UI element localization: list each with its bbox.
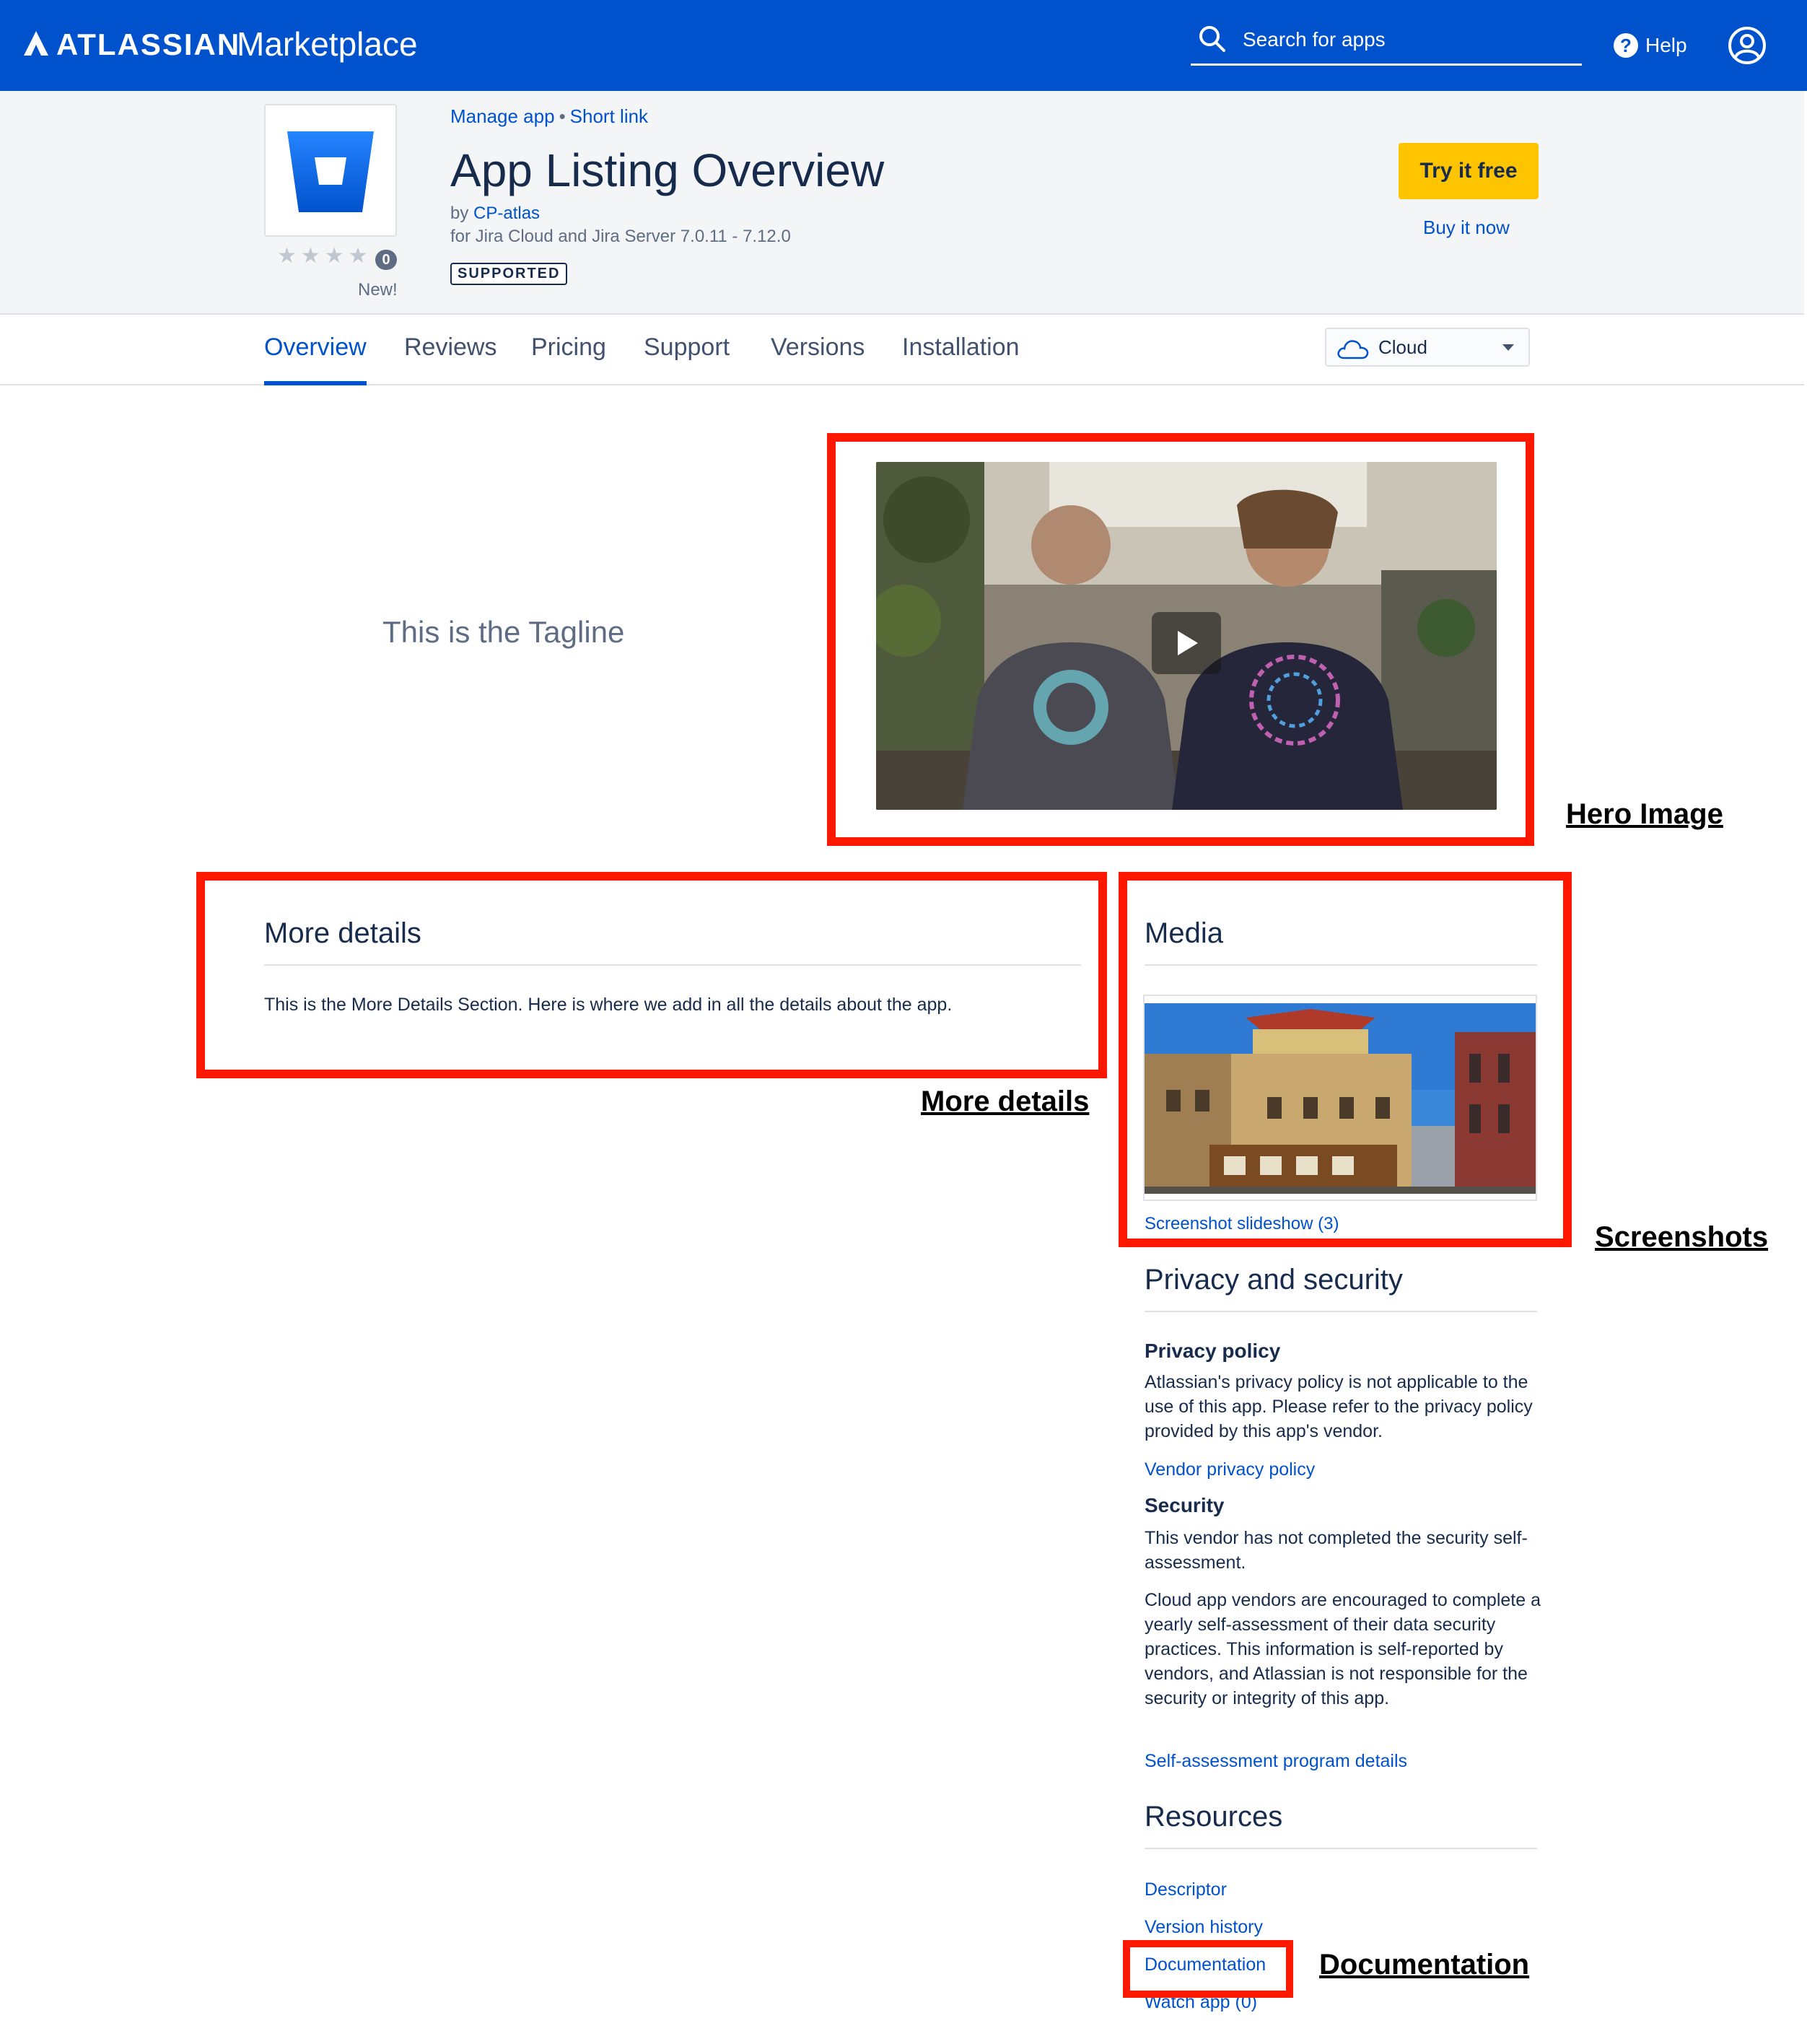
divider bbox=[1145, 964, 1537, 966]
new-label: New! bbox=[358, 280, 398, 300]
supported-badge: SUPPORTED bbox=[450, 263, 568, 285]
help-link[interactable]: ? Help bbox=[1614, 29, 1687, 62]
security-heading: Security bbox=[1145, 1494, 1225, 1516]
hosting-select[interactable]: Cloud bbox=[1325, 328, 1530, 367]
by-label: by bbox=[450, 204, 469, 223]
divider bbox=[1145, 1311, 1537, 1312]
privacy-policy-heading: Privacy policy bbox=[1145, 1340, 1281, 1362]
manage-app-link[interactable]: Manage app bbox=[450, 105, 555, 127]
bitbucket-bucket-icon bbox=[287, 131, 374, 212]
tab-versions[interactable]: Versions bbox=[771, 333, 865, 381]
tab-installation[interactable]: Installation bbox=[902, 333, 1020, 381]
profile-icon[interactable] bbox=[1728, 26, 1767, 65]
chevron-down-icon bbox=[1502, 344, 1514, 351]
hero-image-annotation: Hero Image bbox=[1566, 798, 1723, 830]
details-annotation-box bbox=[196, 872, 1107, 1078]
tab-support[interactable]: Support bbox=[644, 333, 730, 381]
top-navigation-bar: ATLASSIAN Marketplace ? Help bbox=[0, 0, 1807, 91]
page-title: App Listing Overview bbox=[450, 144, 885, 196]
self-assessment-link[interactable]: Self-assessment program details bbox=[1145, 1751, 1407, 1772]
tab-pricing[interactable]: Pricing bbox=[531, 333, 606, 381]
more-details-annotation: More details bbox=[921, 1086, 1090, 1117]
app-logo bbox=[264, 104, 397, 237]
details-text: This is the More Details Section. Here i… bbox=[264, 995, 953, 1015]
documentation-annotation-box bbox=[1123, 1940, 1293, 1998]
version-history-link[interactable]: Version history bbox=[1145, 1917, 1263, 1938]
help-icon: ? bbox=[1614, 33, 1638, 58]
buy-it-now-link[interactable]: Buy it now bbox=[1423, 217, 1510, 239]
help-label: Help bbox=[1645, 34, 1687, 56]
details-heading: More details bbox=[264, 917, 421, 949]
resources-heading: Resources bbox=[1145, 1801, 1283, 1833]
atlassian-logo-icon[interactable] bbox=[23, 30, 49, 56]
hosting-selected: Cloud bbox=[1378, 336, 1427, 358]
search-icon[interactable] bbox=[1198, 25, 1227, 53]
tab-overview[interactable]: Overview bbox=[264, 333, 367, 385]
security-text-detail: Cloud app vendors are encouraged to comp… bbox=[1145, 1590, 1541, 1708]
documentation-annotation: Documentation bbox=[1319, 1949, 1530, 1980]
media-heading: Media bbox=[1145, 917, 1223, 949]
tab-bar: Overview Reviews Pricing Support Version… bbox=[0, 315, 1804, 385]
vendor-privacy-policy-link[interactable]: Vendor privacy policy bbox=[1145, 1459, 1315, 1480]
compatibility-text: for Jira Cloud and Jira Server 7.0.11 - … bbox=[450, 227, 791, 246]
security-text: This vendor has not completed the securi… bbox=[1145, 1528, 1528, 1573]
rating-count[interactable]: 0 bbox=[375, 250, 397, 270]
play-button[interactable] bbox=[1152, 612, 1221, 674]
screenshot-thumbnail[interactable] bbox=[1145, 1003, 1536, 1194]
tagline: This is the Tagline bbox=[382, 615, 625, 649]
privacy-security-heading: Privacy and security bbox=[1145, 1264, 1403, 1296]
screenshots-annotation: Screenshots bbox=[1595, 1221, 1769, 1253]
manage-links: Manage app • Short link bbox=[450, 105, 648, 128]
brand-name[interactable]: ATLASSIAN bbox=[56, 26, 240, 64]
divider bbox=[1145, 1848, 1537, 1849]
separator-dot: • bbox=[559, 105, 566, 127]
cloud-icon bbox=[1337, 340, 1369, 359]
search-bar[interactable] bbox=[1191, 19, 1582, 66]
tab-reviews[interactable]: Reviews bbox=[404, 333, 496, 381]
rating-stars: ★★★★ bbox=[277, 244, 372, 268]
short-link[interactable]: Short link bbox=[570, 105, 648, 127]
divider bbox=[264, 964, 1081, 966]
try-it-free-button[interactable]: Try it free bbox=[1399, 143, 1539, 199]
vendor-line: by CP-atlas bbox=[450, 204, 540, 224]
privacy-policy-text: Atlassian's privacy policy is not applic… bbox=[1145, 1372, 1533, 1441]
vendor-link[interactable]: CP-atlas bbox=[473, 204, 540, 223]
screenshot-slideshow-link[interactable]: Screenshot slideshow (3) bbox=[1145, 1214, 1339, 1234]
descriptor-link[interactable]: Descriptor bbox=[1145, 1879, 1227, 1900]
search-input[interactable] bbox=[1243, 23, 1575, 56]
screenshot-image bbox=[1145, 1003, 1536, 1194]
brand-product[interactable]: Marketplace bbox=[237, 25, 418, 64]
play-icon bbox=[1178, 631, 1198, 655]
